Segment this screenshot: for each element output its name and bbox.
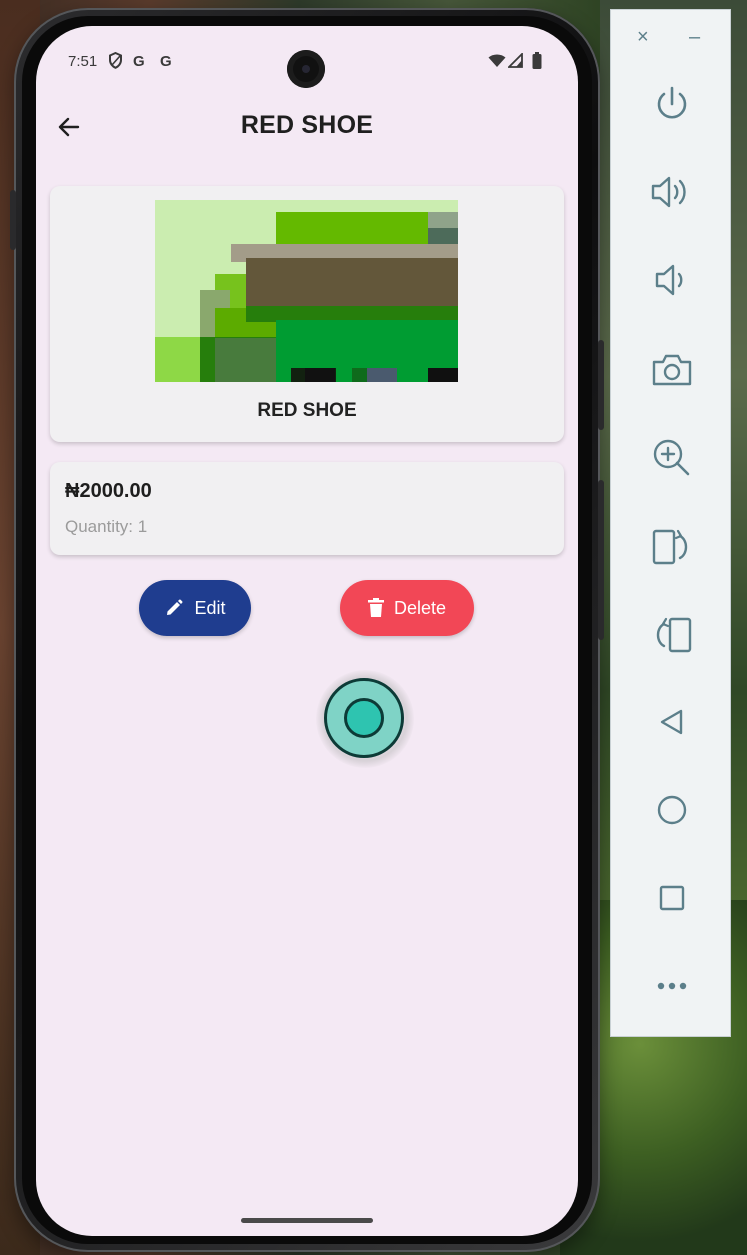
google-icon: G bbox=[160, 53, 172, 70]
product-info-card: ₦2000.00 Quantity: 1 bbox=[50, 462, 564, 555]
rotate-left-icon bbox=[656, 617, 691, 653]
power-button[interactable] bbox=[611, 74, 732, 134]
phone-power-button bbox=[598, 480, 604, 640]
touch-indicator-center bbox=[344, 698, 384, 738]
more-button[interactable] bbox=[611, 956, 732, 1016]
wifi-icon bbox=[488, 53, 506, 72]
back-nav-button[interactable] bbox=[611, 692, 732, 752]
trash-icon bbox=[367, 598, 384, 617]
page-title: RED SHOE bbox=[240, 111, 374, 139]
product-quantity: Quantity: 1 bbox=[65, 517, 148, 536]
product-price: ₦2000.00 bbox=[65, 480, 152, 502]
volume-up-icon bbox=[651, 176, 686, 208]
product-image-card: RED SHOE bbox=[50, 186, 564, 442]
more-dots-icon bbox=[657, 982, 686, 990]
screenshot-button[interactable] bbox=[611, 340, 732, 400]
overview-square-icon bbox=[659, 885, 684, 911]
pencil-icon bbox=[167, 599, 183, 615]
status-time: 7:51 bbox=[68, 53, 98, 70]
phone-screen: 7:51 G G RED SHOE RED SHOE ₦2000.00 Quan… bbox=[36, 26, 578, 1236]
signal-icon bbox=[506, 51, 523, 72]
google-icon: G bbox=[133, 53, 145, 70]
close-icon[interactable]: × bbox=[637, 26, 649, 49]
volume-up-button[interactable] bbox=[611, 162, 732, 222]
product-image bbox=[155, 200, 458, 382]
home-nav-button[interactable] bbox=[611, 780, 732, 840]
rotate-right-icon bbox=[652, 529, 687, 565]
back-triangle-icon bbox=[660, 709, 682, 735]
phone-volume-button bbox=[598, 340, 604, 430]
delete-button[interactable]: Delete bbox=[340, 580, 474, 636]
rotate-left-button[interactable] bbox=[611, 604, 732, 664]
zoom-button[interactable] bbox=[611, 428, 732, 488]
front-camera bbox=[287, 50, 325, 88]
shield-icon bbox=[108, 51, 123, 73]
edit-button-label: Edit bbox=[194, 597, 226, 618]
overview-nav-button[interactable] bbox=[611, 868, 732, 928]
minimize-icon[interactable]: – bbox=[689, 26, 700, 49]
home-circle-icon bbox=[657, 795, 686, 825]
volume-down-icon bbox=[655, 264, 682, 296]
power-icon bbox=[657, 86, 686, 119]
product-name: RED SHOE bbox=[257, 400, 357, 421]
emulator-toolbar: × – bbox=[610, 9, 731, 1037]
phone-side-button bbox=[10, 190, 16, 250]
gesture-home-bar[interactable] bbox=[241, 1218, 373, 1223]
delete-button-label: Delete bbox=[393, 597, 447, 618]
camera-icon bbox=[652, 354, 691, 386]
battery-icon bbox=[532, 52, 542, 73]
zoom-in-icon bbox=[653, 439, 689, 476]
volume-down-button[interactable] bbox=[611, 250, 732, 310]
edit-button[interactable]: Edit bbox=[139, 580, 251, 636]
rotate-right-button[interactable] bbox=[611, 516, 732, 576]
status-bar: 7:51 G G bbox=[36, 26, 578, 100]
